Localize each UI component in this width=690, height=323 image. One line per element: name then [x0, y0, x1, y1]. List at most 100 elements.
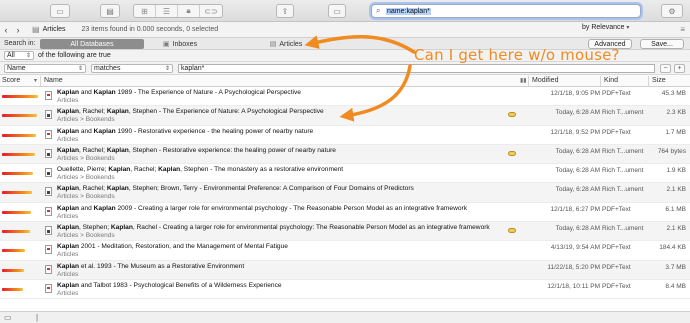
- row-size: 2.1 KB: [666, 186, 686, 194]
- layout-icon[interactable]: ▤: [100, 4, 120, 18]
- arrange-icon[interactable]: ⊞: [134, 5, 156, 17]
- relevance-score-bar: [2, 191, 32, 195]
- chevron-updown-icon: ⇕: [25, 53, 31, 59]
- link-icon[interactable]: ⊂⊃: [200, 5, 222, 17]
- match-highlight: Kaplan: [106, 108, 129, 116]
- chevron-updown-icon: ⇕: [77, 65, 83, 72]
- column-modified[interactable]: Modified: [532, 77, 558, 84]
- stack-icon[interactable]: ≡: [680, 25, 685, 34]
- row-location: Articles: [57, 97, 79, 104]
- relevance-score-bar: [2, 172, 33, 176]
- table-row[interactable]: Kaplan 2001 - Meditation, Restoration, a…: [0, 241, 690, 261]
- tag-icon[interactable]: [508, 150, 516, 156]
- row-kind: Rich T...ument: [602, 225, 644, 233]
- results-list: Kaplan and Kaplan 1989 - The Experience …: [0, 87, 690, 300]
- relevance-score-bar: [2, 268, 24, 272]
- row-size: 764 bytes: [657, 147, 686, 155]
- scope-articles-label: Articles: [279, 40, 303, 48]
- tag-icon[interactable]: [508, 112, 516, 118]
- row-kind: PDF+Text: [602, 128, 631, 136]
- match-highlight: Kaplan: [57, 89, 79, 96]
- row-kind: Rich T...ument: [602, 167, 644, 175]
- sort-label: by Relevance: [582, 24, 625, 31]
- criteria-value-input[interactable]: kaplan*: [178, 63, 655, 73]
- row-title: Kaplan and Kaplan 2009 - Creating a larg…: [57, 205, 512, 212]
- table-header: Score ▾ Name ▮▮ Modified Kind Size: [0, 75, 690, 87]
- pdf-document-icon: [45, 206, 52, 216]
- sidebar-toggle-icon[interactable]: ▭: [4, 313, 12, 322]
- row-kind: PDF+Text: [602, 282, 631, 290]
- field-value: Name: [7, 64, 26, 72]
- location-breadcrumb[interactable]: ▤ Articles: [32, 25, 66, 34]
- back-arrow-icon[interactable]: ‹: [0, 25, 12, 35]
- row-size: 1.9 KB: [666, 167, 686, 175]
- column-kind[interactable]: Kind: [604, 77, 618, 84]
- scope-articles[interactable]: ▤ Articles: [256, 39, 316, 49]
- match-popup[interactable]: All ⇕: [4, 51, 34, 60]
- match-highlight: Kaplan: [57, 146, 79, 154]
- row-modified: Today, 6:28 AM: [555, 109, 600, 117]
- relevance-score-bar: [2, 95, 38, 98]
- table-row[interactable]: Kaplan and Kaplan 2009 - Creating a larg…: [0, 203, 690, 223]
- table-row[interactable]: Kaplan, Rachel; Kaplan, Stephen; Brown, …: [0, 183, 690, 203]
- pdf-document-icon: [45, 245, 52, 255]
- row-modified: 12/1/18, 6:27 PM: [550, 205, 600, 213]
- row-modified: Today, 6:28 AM: [555, 186, 600, 194]
- search-field[interactable]: ⌕ name:kaplan*: [371, 4, 641, 18]
- title-segment: and Talbot 1983 - Psychological Benefits…: [78, 281, 282, 289]
- table-row[interactable]: Kaplan and Kaplan 1990 - Restorative exp…: [0, 126, 690, 145]
- table-row[interactable]: Kaplan and Talbot 1983 - Psychological B…: [0, 280, 690, 300]
- match-highlight: Kaplan: [110, 224, 133, 232]
- lock-icon[interactable]: 🔒︎: [178, 5, 200, 17]
- title-segment: et al. 1993 - The Museum as a Restorativ…: [78, 262, 245, 270]
- row-kind: Rich T...ument: [602, 147, 644, 155]
- title-segment: , Stephen;: [78, 224, 111, 232]
- remove-criterion-button[interactable]: −: [660, 63, 671, 73]
- row-kind: Rich T...ument: [602, 109, 644, 117]
- scope-inboxes[interactable]: ▣ Inboxes: [150, 39, 210, 49]
- row-location: Articles: [57, 251, 79, 259]
- row-location: Articles > Bookends: [57, 193, 115, 201]
- pdf-document-icon: [45, 91, 52, 100]
- location-label: Articles: [42, 26, 66, 33]
- table-row[interactable]: Kaplan, Rachel; Kaplan, Stephen - Restor…: [0, 144, 690, 165]
- relevance-score-bar: [2, 114, 37, 118]
- column-score[interactable]: Score: [2, 77, 20, 84]
- row-modified: Today, 6:28 AM: [555, 147, 600, 155]
- title-segment: , Rachel;: [130, 166, 159, 174]
- tools-icon[interactable]: ⚙: [661, 4, 683, 18]
- row-size: 3.7 MB: [665, 263, 686, 271]
- sidebar-icon[interactable]: ▭: [50, 4, 70, 18]
- toggle-icon[interactable]: ▭: [328, 4, 346, 18]
- forward-arrow-icon[interactable]: ›: [12, 25, 24, 35]
- column-name[interactable]: Name: [44, 77, 63, 84]
- column-size[interactable]: Size: [652, 77, 666, 84]
- table-row[interactable]: Kaplan, Stephen; Kaplan, Rachel - Creati…: [0, 222, 690, 242]
- table-row[interactable]: Kaplan et al. 1993 - The Museum as a Res…: [0, 260, 690, 280]
- save-button[interactable]: Save...: [640, 39, 684, 49]
- relevance-score-bar: [2, 152, 35, 156]
- group-icon: ▤: [269, 41, 277, 48]
- sort-descending-icon[interactable]: ▾: [34, 77, 37, 84]
- criteria-value-text: kaplan*: [181, 64, 205, 72]
- relevance-score-bar: [2, 210, 31, 214]
- table-row[interactable]: Ouellette, Pierre; Kaplan, Rachel; Kapla…: [0, 164, 690, 184]
- scope-all-databases[interactable]: All Databases: [40, 39, 144, 49]
- flag-column-icon[interactable]: ▮▮: [520, 77, 527, 84]
- title-segment: 1990 - Restorative experience - the heal…: [115, 127, 314, 135]
- table-row[interactable]: Kaplan and Kaplan 1989 - The Experience …: [0, 87, 690, 107]
- add-criterion-button[interactable]: +: [674, 63, 685, 73]
- view-icon[interactable]: ☰: [156, 5, 178, 17]
- title-segment: 2001 - Meditation, Restoration, and the …: [78, 243, 288, 251]
- row-location: Articles: [57, 212, 79, 220]
- sort-popup[interactable]: by Relevance ▾: [582, 24, 629, 31]
- field-popup[interactable]: Name ⇕: [4, 63, 86, 73]
- tag-icon[interactable]: [508, 228, 516, 234]
- row-location: Articles: [57, 289, 79, 297]
- row-location: Articles: [57, 270, 79, 278]
- table-row[interactable]: Kaplan, Rachel; Kaplan, Stephen - The Ex…: [0, 106, 690, 126]
- group-stack-icon: ▤: [32, 25, 40, 34]
- share-icon[interactable]: ⇪: [276, 4, 294, 18]
- operator-popup[interactable]: matches ⇕: [91, 63, 173, 73]
- match-highlight: Kaplan: [57, 281, 79, 289]
